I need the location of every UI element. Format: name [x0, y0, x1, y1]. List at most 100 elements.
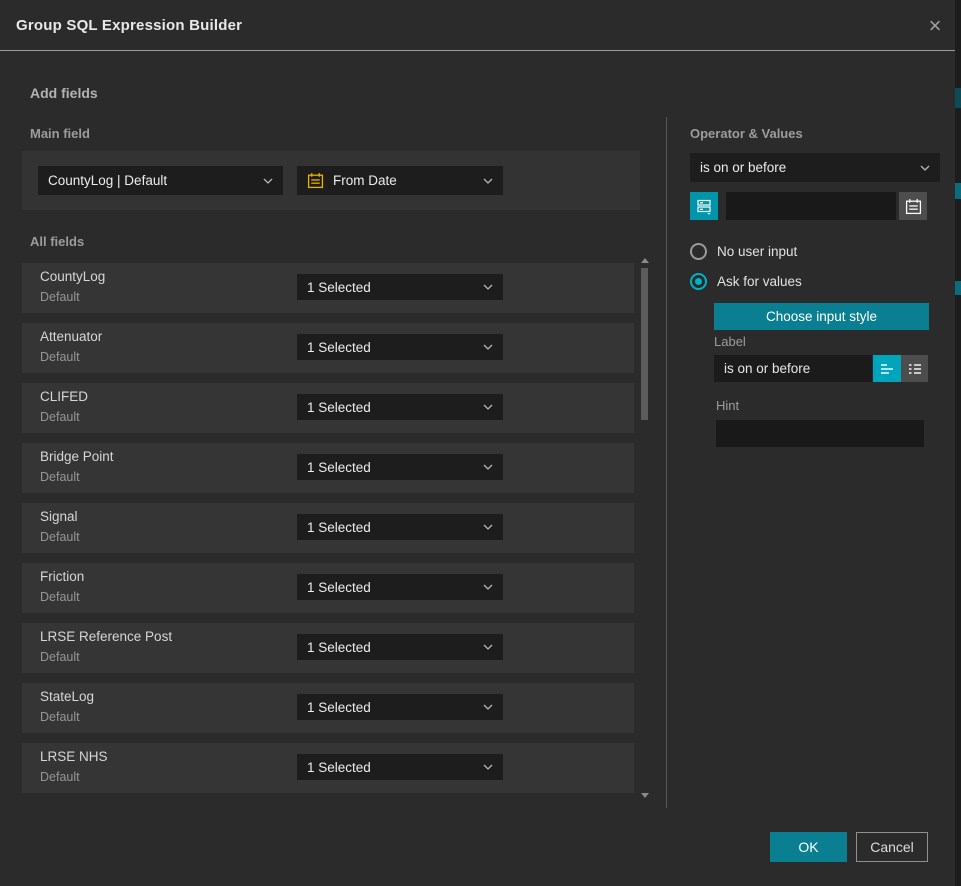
- field-subtitle: Default: [40, 290, 80, 304]
- field-selection-dropdown[interactable]: 1 Selected: [297, 514, 503, 540]
- field-selection-dropdown[interactable]: 1 Selected: [297, 754, 503, 780]
- ask-for-values-label: Ask for values: [717, 274, 802, 289]
- field-selection-dropdown-value: 1 Selected: [307, 400, 371, 415]
- background-fragment: [955, 281, 961, 295]
- field-row: Signal Default 1 Selected: [22, 503, 634, 553]
- add-fields-heading: Add fields: [30, 85, 98, 101]
- main-field-source-value: CountyLog | Default: [48, 173, 167, 188]
- field-name: CLIFED: [40, 389, 88, 404]
- main-field-field-value: From Date: [333, 173, 397, 188]
- chevron-down-icon: [483, 704, 493, 710]
- field-selection-dropdown-value: 1 Selected: [307, 640, 371, 655]
- field-selection-dropdown[interactable]: 1 Selected: [297, 634, 503, 660]
- chevron-down-icon: [483, 584, 493, 590]
- field-name: StateLog: [40, 689, 94, 704]
- main-field-source-dropdown[interactable]: CountyLog | Default: [38, 166, 283, 195]
- radio-icon: [690, 243, 707, 260]
- field-selection-dropdown-value: 1 Selected: [307, 700, 371, 715]
- label-caption: Label: [714, 334, 746, 349]
- field-row: CountyLog Default 1 Selected: [22, 263, 634, 313]
- cancel-button[interactable]: Cancel: [856, 832, 928, 862]
- input-type-icon[interactable]: [690, 192, 718, 220]
- chevron-down-icon: [263, 178, 273, 184]
- list-scrollbar[interactable]: [639, 256, 651, 798]
- chevron-down-icon: [920, 165, 930, 171]
- no-user-input-label: No user input: [717, 244, 797, 259]
- chevron-down-icon: [483, 524, 493, 530]
- field-row: Attenuator Default 1 Selected: [22, 323, 634, 373]
- field-selection-dropdown-value: 1 Selected: [307, 460, 371, 475]
- choose-input-style-button[interactable]: Choose input style: [714, 303, 929, 330]
- field-name: LRSE Reference Post: [40, 629, 172, 644]
- field-row: LRSE Reference Post Default 1 Selected: [22, 623, 634, 673]
- operator-values-heading: Operator & Values: [690, 126, 803, 141]
- field-row: Bridge Point Default 1 Selected: [22, 443, 634, 493]
- list-input-icon[interactable]: [901, 355, 928, 382]
- field-name: Signal: [40, 509, 78, 524]
- field-name: LRSE NHS: [40, 749, 108, 764]
- chevron-down-icon: [483, 284, 493, 290]
- field-subtitle: Default: [40, 770, 80, 784]
- hint-input[interactable]: [716, 420, 924, 447]
- scroll-down-icon[interactable]: [641, 793, 649, 798]
- field-selection-dropdown-value: 1 Selected: [307, 280, 371, 295]
- calendar-picker-icon[interactable]: [899, 192, 927, 220]
- field-subtitle: Default: [40, 530, 80, 544]
- field-selection-dropdown[interactable]: 1 Selected: [297, 454, 503, 480]
- panel-divider: [666, 117, 667, 808]
- field-subtitle: Default: [40, 350, 80, 364]
- field-selection-dropdown-value: 1 Selected: [307, 520, 371, 535]
- hint-caption: Hint: [716, 398, 739, 413]
- field-subtitle: Default: [40, 410, 80, 424]
- field-name: Bridge Point: [40, 449, 114, 464]
- field-selection-dropdown[interactable]: 1 Selected: [297, 394, 503, 420]
- field-name: Friction: [40, 569, 84, 584]
- scroll-up-icon[interactable]: [641, 258, 649, 263]
- operator-dropdown-value: is on or before: [700, 160, 786, 175]
- field-subtitle: Default: [40, 590, 80, 604]
- all-fields-heading: All fields: [30, 234, 84, 249]
- main-field-field-dropdown[interactable]: From Date: [297, 166, 503, 195]
- chevron-down-icon: [483, 404, 493, 410]
- main-field-heading: Main field: [30, 126, 90, 141]
- chevron-down-icon: [483, 178, 493, 184]
- field-row: Friction Default 1 Selected: [22, 563, 634, 613]
- scrollbar-thumb[interactable]: [641, 268, 648, 420]
- field-selection-dropdown[interactable]: 1 Selected: [297, 694, 503, 720]
- main-field-panel: CountyLog | Default From Date: [22, 151, 640, 210]
- field-selection-dropdown[interactable]: 1 Selected: [297, 574, 503, 600]
- field-selection-dropdown-value: 1 Selected: [307, 340, 371, 355]
- chevron-down-icon: [483, 464, 493, 470]
- chevron-down-icon: [483, 644, 493, 650]
- background-app-sliver: [955, 0, 961, 886]
- ok-button[interactable]: OK: [770, 832, 847, 862]
- field-subtitle: Default: [40, 470, 80, 484]
- label-input[interactable]: [714, 355, 872, 382]
- background-fragment: [955, 183, 961, 199]
- field-selection-dropdown-value: 1 Selected: [307, 580, 371, 595]
- field-row: StateLog Default 1 Selected: [22, 683, 634, 733]
- operator-dropdown[interactable]: is on or before: [690, 153, 940, 182]
- radio-selected-icon: [690, 273, 707, 290]
- single-line-input-icon[interactable]: [873, 355, 901, 382]
- field-row: CLIFED Default 1 Selected: [22, 383, 634, 433]
- close-icon[interactable]: ×: [919, 10, 951, 42]
- field-name: CountyLog: [40, 269, 105, 284]
- dialog-title: Group SQL Expression Builder: [0, 17, 242, 34]
- no-user-input-radio[interactable]: No user input: [690, 243, 797, 260]
- field-selection-dropdown-value: 1 Selected: [307, 760, 371, 775]
- field-selection-dropdown[interactable]: 1 Selected: [297, 334, 503, 360]
- all-fields-list: CountyLog Default 1 Selected Attenuator …: [22, 255, 634, 793]
- chevron-down-icon: [483, 344, 493, 350]
- value-date-input[interactable]: [726, 192, 896, 220]
- chevron-down-icon: [483, 764, 493, 770]
- dialog-titlebar: Group SQL Expression Builder: [0, 0, 955, 51]
- field-subtitle: Default: [40, 650, 80, 664]
- background-fragment: [955, 88, 961, 108]
- field-name: Attenuator: [40, 329, 102, 344]
- field-subtitle: Default: [40, 710, 80, 724]
- field-selection-dropdown[interactable]: 1 Selected: [297, 274, 503, 300]
- ask-for-values-radio[interactable]: Ask for values: [690, 273, 802, 290]
- calendar-date-icon: [307, 172, 324, 189]
- field-row: LRSE NHS Default 1 Selected: [22, 743, 634, 793]
